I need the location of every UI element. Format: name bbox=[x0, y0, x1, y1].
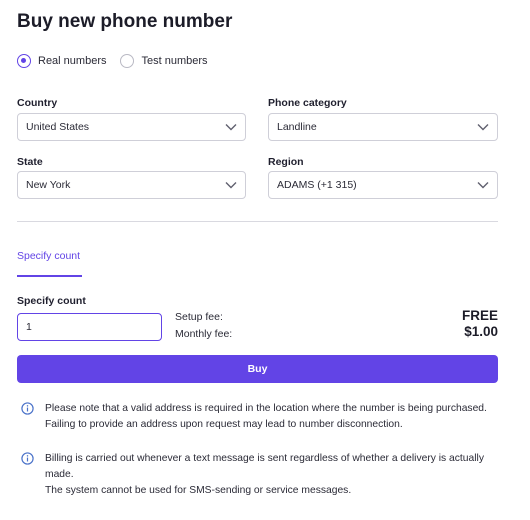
radio-circle-real[interactable] bbox=[17, 54, 31, 68]
billing-note-text: Billing is carried out whenever a text m… bbox=[45, 451, 491, 499]
info-icon bbox=[21, 452, 34, 465]
country-select[interactable]: United States bbox=[17, 113, 246, 141]
chevron-down-icon bbox=[217, 113, 245, 141]
section-divider bbox=[17, 221, 498, 222]
chevron-down-icon bbox=[469, 171, 497, 199]
billing-note: Billing is carried out whenever a text m… bbox=[21, 451, 491, 499]
setup-fee-label: Setup fee: bbox=[175, 311, 223, 323]
region-label: Region bbox=[268, 156, 304, 168]
country-value: United States bbox=[26, 121, 90, 133]
phone-category-label: Phone category bbox=[268, 97, 347, 109]
radio-test-numbers[interactable]: Test numbers bbox=[120, 54, 208, 68]
radio-label-real: Real numbers bbox=[38, 55, 107, 67]
count-label: Specify count bbox=[17, 295, 86, 307]
region-value: ADAMS (+1 315) bbox=[277, 179, 357, 191]
phone-category-select[interactable]: Landline bbox=[268, 113, 498, 141]
region-select[interactable]: ADAMS (+1 315) bbox=[268, 171, 498, 199]
billing-note-line: The system cannot be used for SMS-sendin… bbox=[45, 485, 352, 496]
buy-button[interactable]: Buy bbox=[17, 355, 498, 383]
radio-real-numbers[interactable]: Real numbers bbox=[17, 54, 106, 68]
phone-category-value: Landline bbox=[277, 121, 317, 133]
address-note-text: Please note that a valid address is requ… bbox=[45, 401, 491, 433]
tab-active-indicator bbox=[17, 275, 82, 277]
info-icon bbox=[21, 402, 34, 415]
state-label: State bbox=[17, 156, 43, 168]
billing-note-line: Billing is carried out whenever a text m… bbox=[45, 453, 484, 480]
number-type-radio-group: Real numbers Test numbers bbox=[17, 54, 222, 68]
state-select[interactable]: New York bbox=[17, 171, 246, 199]
address-note: Please note that a valid address is requ… bbox=[21, 401, 491, 433]
monthly-fee-value: $1.00 bbox=[464, 324, 498, 339]
chevron-down-icon bbox=[217, 171, 245, 199]
radio-label-test: Test numbers bbox=[141, 55, 208, 67]
chevron-down-icon bbox=[469, 113, 497, 141]
page-title: Buy new phone number bbox=[17, 11, 233, 32]
address-note-line: Please note that a valid address is requ… bbox=[45, 403, 487, 430]
state-value: New York bbox=[26, 179, 71, 191]
country-label: Country bbox=[17, 97, 58, 109]
tab-specify-count[interactable]: Specify count bbox=[17, 250, 80, 262]
count-input[interactable] bbox=[17, 313, 162, 341]
monthly-fee-label: Monthly fee: bbox=[175, 328, 233, 340]
radio-circle-test[interactable] bbox=[120, 54, 135, 68]
setup-fee-value: FREE bbox=[461, 308, 498, 323]
